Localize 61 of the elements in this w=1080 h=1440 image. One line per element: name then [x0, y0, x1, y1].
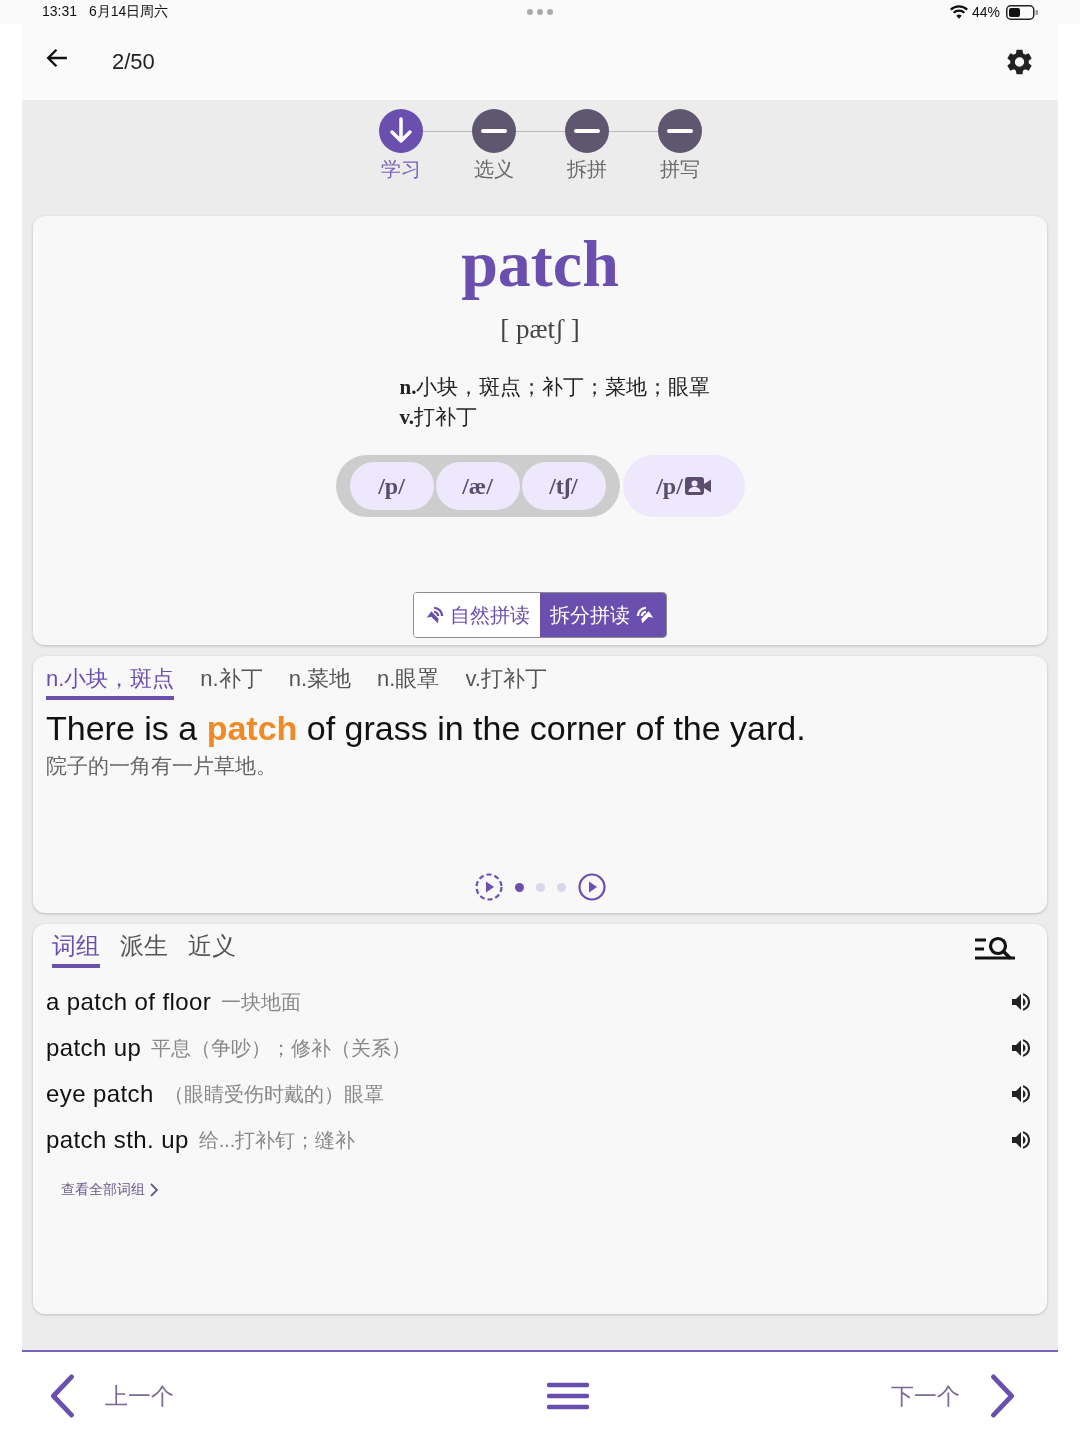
speaker-icon[interactable] — [1012, 993, 1030, 1011]
previous-button[interactable]: 上一个 — [49, 1374, 174, 1418]
phoneme-button[interactable]: /p/ — [349, 462, 434, 510]
more-dots-icon — [527, 9, 553, 15]
step-label[interactable]: 选义 — [473, 156, 514, 183]
example-translation: 院子的一角有一片草地。 — [46, 753, 278, 779]
dashed-play-icon[interactable] — [474, 873, 503, 901]
sound-wave-icon — [634, 604, 656, 626]
phoneme-button[interactable]: /tʃ/ — [521, 462, 606, 510]
status-date: 6月14日周六 — [89, 3, 169, 21]
status-time: 13:31 — [42, 3, 78, 21]
definition-line: v.打补丁 — [399, 404, 479, 431]
view-all-link[interactable]: 查看全部词组 — [61, 1181, 158, 1199]
step-label[interactable]: 拼写 — [659, 156, 700, 183]
phrase-tab[interactable]: 近义 — [188, 930, 236, 968]
phoneme-button[interactable]: /æ/ — [435, 462, 520, 510]
menu-icon[interactable] — [546, 1382, 589, 1410]
sense-tab[interactable]: v.打补丁 — [465, 664, 547, 700]
back-arrow-icon[interactable] — [46, 48, 68, 68]
chevron-right-icon — [150, 1183, 158, 1197]
phrase-english: patch up — [46, 1034, 142, 1062]
chevron-left-icon — [49, 1374, 75, 1418]
phrase-translation: 平息（争吵）；修补（关系） — [151, 1035, 412, 1061]
step-label[interactable]: 拆拼 — [566, 156, 607, 183]
phrase-english: eye patch — [46, 1080, 154, 1108]
sense-tab[interactable]: n.眼罩 — [377, 664, 440, 700]
phrase-translation: （眼睛受伤时戴的）眼罩 — [163, 1081, 384, 1107]
phrase-english: a patch of floor — [46, 988, 212, 1016]
phoneme-video-button[interactable]: /p/ — [622, 455, 745, 517]
sound-wave-icon — [424, 604, 446, 626]
video-camera-icon — [684, 477, 711, 495]
next-button[interactable]: 下一个 — [891, 1374, 1016, 1418]
speaker-icon[interactable] — [1012, 1039, 1030, 1057]
phrase-tab[interactable]: 词组 — [52, 930, 100, 968]
step-label[interactable]: 学习 — [380, 156, 421, 183]
reading-mode-tab[interactable]: 自然拼读 — [414, 593, 540, 637]
chevron-right-icon — [990, 1374, 1016, 1418]
phonetic-transcription: [ pætʃ ] — [500, 313, 580, 346]
battery-icon — [1006, 4, 1038, 20]
phrase-translation: 一块地面 — [221, 989, 302, 1015]
progress-counter: 2/50 — [112, 49, 155, 75]
definition-line: n.小块，斑点；补丁；菜地；眼罩 — [399, 374, 711, 401]
list-search-icon[interactable] — [975, 936, 1015, 962]
step-minus-icon[interactable] — [564, 109, 609, 153]
reading-mode-tab[interactable]: 拆分拼读 — [540, 593, 666, 637]
sense-tab[interactable]: n.补丁 — [200, 664, 263, 700]
phrase-tab[interactable]: 派生 — [120, 930, 168, 968]
example-sentence: There is a patch of grass in the corner of the yard. — [46, 708, 807, 748]
wifi-icon — [949, 5, 968, 19]
sense-tab[interactable]: n.小块，斑点 — [46, 664, 175, 700]
battery-percent: 44% — [971, 4, 1000, 20]
headword: patch — [461, 230, 619, 298]
phrase-english: patch sth. up — [46, 1126, 189, 1154]
speaker-icon[interactable] — [1012, 1131, 1030, 1149]
play-icon[interactable] — [577, 873, 606, 901]
step-minus-icon[interactable] — [471, 109, 516, 153]
speaker-icon[interactable] — [1012, 1085, 1030, 1103]
settings-icon[interactable] — [1007, 49, 1032, 75]
sense-tab[interactable]: n.菜地 — [288, 664, 352, 700]
phrase-translation: 给...打补钉；缝补 — [198, 1127, 356, 1153]
step-minus-icon[interactable] — [657, 109, 702, 153]
